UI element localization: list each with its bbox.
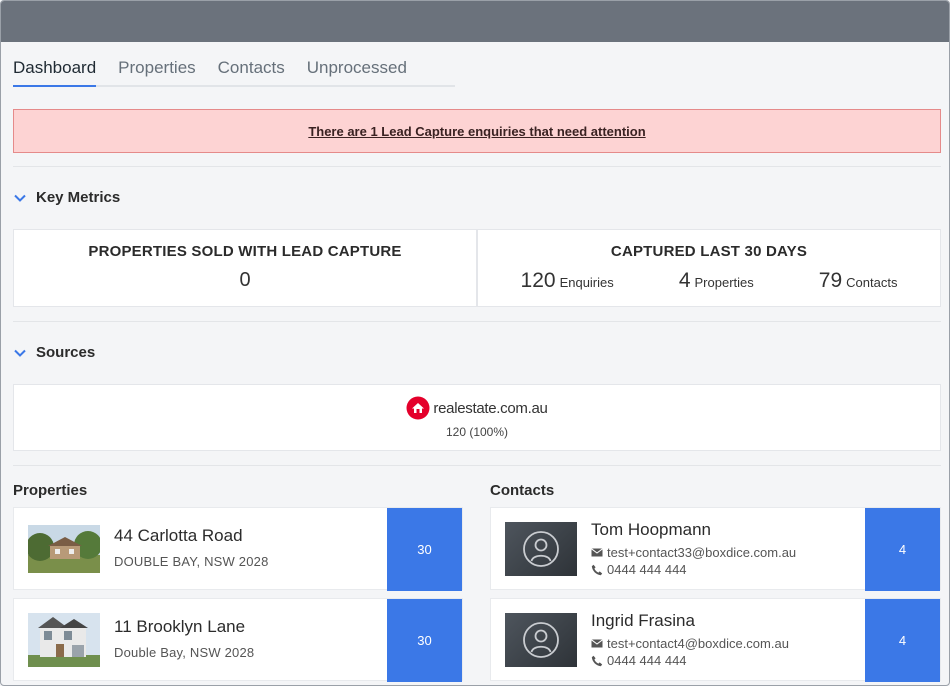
contact-email-row: test+contact4@boxdice.com.au bbox=[591, 636, 789, 651]
contact-card[interactable]: Ingrid Frasina test+contact4@boxdice.com… bbox=[490, 598, 941, 682]
property-card[interactable]: 11 Brooklyn Lane Double Bay, NSW 2028 30 bbox=[13, 598, 463, 682]
source-card: realestate.com.au 120 (100%) bbox=[13, 384, 941, 451]
tab-unprocessed[interactable]: Unprocessed bbox=[307, 57, 407, 87]
metric-value: 4 bbox=[678, 269, 691, 292]
contact-email-row: test+contact33@boxdice.com.au bbox=[591, 545, 796, 560]
user-placeholder-icon bbox=[523, 531, 559, 567]
divider bbox=[13, 166, 941, 167]
property-card[interactable]: 44 Carlotta Road DOUBLE BAY, NSW 2028 30 bbox=[13, 507, 463, 591]
captured-enquiries: 120 Enquiries bbox=[521, 269, 614, 293]
key-metrics-toggle[interactable]: Key Metrics bbox=[13, 189, 120, 206]
attention-alert: There are 1 Lead Capture enquiries that … bbox=[13, 109, 941, 153]
tab-contacts[interactable]: Contacts bbox=[218, 57, 285, 87]
property-address: 11 Brooklyn Lane bbox=[114, 617, 246, 636]
properties-heading: Properties bbox=[13, 482, 88, 499]
source-value: 120 (100%) bbox=[445, 425, 509, 439]
divider bbox=[13, 321, 941, 322]
chevron-down-icon bbox=[14, 349, 26, 357]
contact-count-badge[interactable]: 4 bbox=[865, 508, 940, 591]
contact-phone: 0444 444 444 bbox=[607, 653, 687, 668]
tab-bar: Dashboard Properties Contacts Unprocesse… bbox=[13, 57, 455, 87]
source-logo: realestate.com.au bbox=[14, 396, 940, 420]
property-count-badge[interactable]: 30 bbox=[387, 508, 462, 591]
sources-heading: Sources bbox=[36, 344, 96, 361]
property-count-badge[interactable]: 30 bbox=[387, 599, 462, 682]
contact-phone-row: 0444 444 444 bbox=[591, 562, 687, 577]
tab-dashboard[interactable]: Dashboard bbox=[13, 57, 97, 87]
source-name: realestate.com.au bbox=[433, 399, 548, 417]
tab-properties[interactable]: Properties bbox=[118, 57, 195, 87]
property-thumbnail bbox=[28, 613, 100, 667]
contact-name: Tom Hoopmann bbox=[591, 520, 712, 539]
contact-name: Ingrid Frasina bbox=[591, 611, 695, 630]
captured-metric-card: CAPTURED LAST 30 DAYS 120 Enquiries 4 Prop… bbox=[477, 229, 941, 307]
house-photo-icon bbox=[28, 613, 100, 667]
contact-email: test+contact33@boxdice.com.au bbox=[607, 545, 797, 560]
property-suburb: DOUBLE BAY, NSW 2028 bbox=[114, 554, 269, 569]
captured-metric-title: CAPTURED LAST 30 DAYS bbox=[610, 243, 808, 260]
sources-toggle[interactable]: Sources bbox=[13, 344, 95, 361]
avatar bbox=[505, 522, 577, 576]
contact-email: test+contact4@boxdice.com.au bbox=[607, 636, 789, 651]
contact-phone-row: 0444 444 444 bbox=[591, 653, 687, 668]
sold-metric-card: PROPERTIES SOLD WITH LEAD CAPTURE 0 bbox=[13, 229, 477, 307]
sold-metric-title: PROPERTIES SOLD WITH LEAD CAPTURE bbox=[88, 243, 402, 260]
contact-count-badge[interactable]: 4 bbox=[865, 599, 940, 682]
chevron-down-icon bbox=[14, 194, 26, 202]
phone-icon bbox=[591, 564, 603, 575]
envelope-icon bbox=[591, 548, 603, 557]
metric-label: Properties bbox=[694, 275, 754, 290]
property-address: 44 Carlotta Road bbox=[114, 526, 243, 545]
metric-value: 120 bbox=[520, 269, 556, 292]
avatar bbox=[505, 613, 577, 667]
contacts-heading: Contacts bbox=[490, 482, 555, 499]
contact-card[interactable]: Tom Hoopmann test+contact33@boxdice.com.… bbox=[490, 507, 941, 591]
divider bbox=[13, 465, 941, 466]
house-photo-icon bbox=[28, 525, 100, 573]
metric-label: Enquiries bbox=[559, 275, 614, 290]
property-thumbnail bbox=[28, 525, 100, 573]
key-metrics-heading: Key Metrics bbox=[36, 189, 121, 206]
top-bar bbox=[1, 1, 949, 42]
user-placeholder-icon bbox=[523, 622, 559, 658]
envelope-icon bbox=[591, 639, 603, 648]
captured-properties: 4 Properties bbox=[679, 269, 754, 293]
app-frame: Dashboard Properties Contacts Unprocesse… bbox=[0, 0, 950, 686]
realestate-logo-icon bbox=[406, 396, 430, 420]
attention-alert-link[interactable]: There are 1 Lead Capture enquiries that … bbox=[308, 124, 645, 139]
contact-phone: 0444 444 444 bbox=[607, 562, 687, 577]
property-suburb: Double Bay, NSW 2028 bbox=[114, 645, 255, 660]
captured-contacts: 79 Contacts bbox=[819, 269, 898, 293]
metric-value: 79 bbox=[818, 269, 843, 292]
captured-metric-row: 120 Enquiries 4 Properties 79 Contacts bbox=[478, 269, 940, 293]
sold-metric-value: 0 bbox=[239, 269, 251, 291]
phone-icon bbox=[591, 655, 603, 666]
metric-label: Contacts bbox=[846, 275, 898, 290]
